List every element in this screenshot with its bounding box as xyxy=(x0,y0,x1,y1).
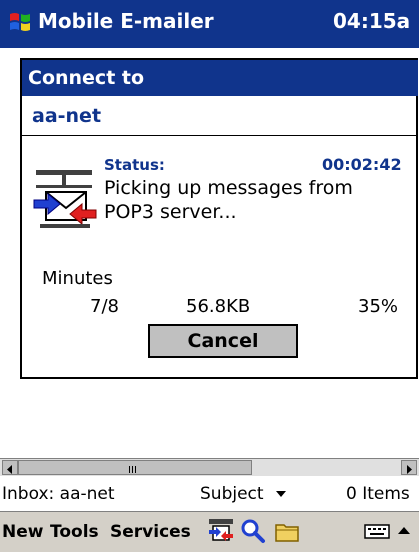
folder-icon[interactable] xyxy=(274,518,300,544)
arrow-left-icon xyxy=(7,465,12,474)
search-icon[interactable] xyxy=(240,518,266,544)
connection-name-label: aa-net xyxy=(32,105,102,127)
connection-name: aa-net xyxy=(22,96,418,136)
chevron-down-icon xyxy=(275,491,286,497)
windows-flag-icon[interactable] xyxy=(8,10,32,34)
chevron-up-icon[interactable] xyxy=(394,518,414,544)
scroll-right-button[interactable] xyxy=(401,460,417,475)
status-label: Status: xyxy=(104,156,165,174)
send-receive-icon[interactable] xyxy=(208,518,234,544)
connect-dialog: Connect to aa-net Status: 00:02:42 Picki… xyxy=(20,58,418,379)
folder-selector[interactable]: Inbox: aa-net xyxy=(2,484,115,504)
cancel-button[interactable]: Cancel xyxy=(148,324,298,358)
elapsed-time: 00:02:42 xyxy=(322,155,402,174)
scroll-thumb[interactable] xyxy=(18,460,252,475)
progress-label: Minutes xyxy=(42,268,113,289)
bytes-transferred: 56.8KB xyxy=(186,296,251,317)
arrow-right-icon xyxy=(407,465,412,474)
keyboard-icon[interactable] xyxy=(364,518,390,544)
items-count: 0 Items xyxy=(346,484,410,504)
connection-icon xyxy=(33,170,97,228)
menu-tools[interactable]: Tools xyxy=(50,522,99,542)
clock[interactable]: 04:15a xyxy=(333,9,410,33)
progress-percent: 35% xyxy=(358,296,399,317)
status-message: Picking up messages from POP3 server... xyxy=(104,177,353,223)
grip-icon xyxy=(129,466,136,473)
list-status-bar: Inbox: aa-net Subject 0 Items xyxy=(0,476,419,512)
title-bar: Mobile E-mailer 04:15a xyxy=(0,0,419,48)
menu-services[interactable]: Services xyxy=(110,522,191,542)
scroll-left-button[interactable] xyxy=(2,460,18,475)
sort-label: Subject xyxy=(200,484,264,504)
command-bar: New Tools Services xyxy=(0,512,419,552)
message-count: 7/8 xyxy=(90,296,119,317)
horizontal-scrollbar[interactable] xyxy=(0,458,419,476)
app-title: Mobile E-mailer xyxy=(38,9,214,33)
sort-selector[interactable]: Subject xyxy=(200,484,287,504)
dialog-caption: Connect to xyxy=(22,60,418,96)
screen: Mobile E-mailer 04:15a Connect to aa-net… xyxy=(0,0,419,552)
menu-new[interactable]: New xyxy=(2,522,43,542)
